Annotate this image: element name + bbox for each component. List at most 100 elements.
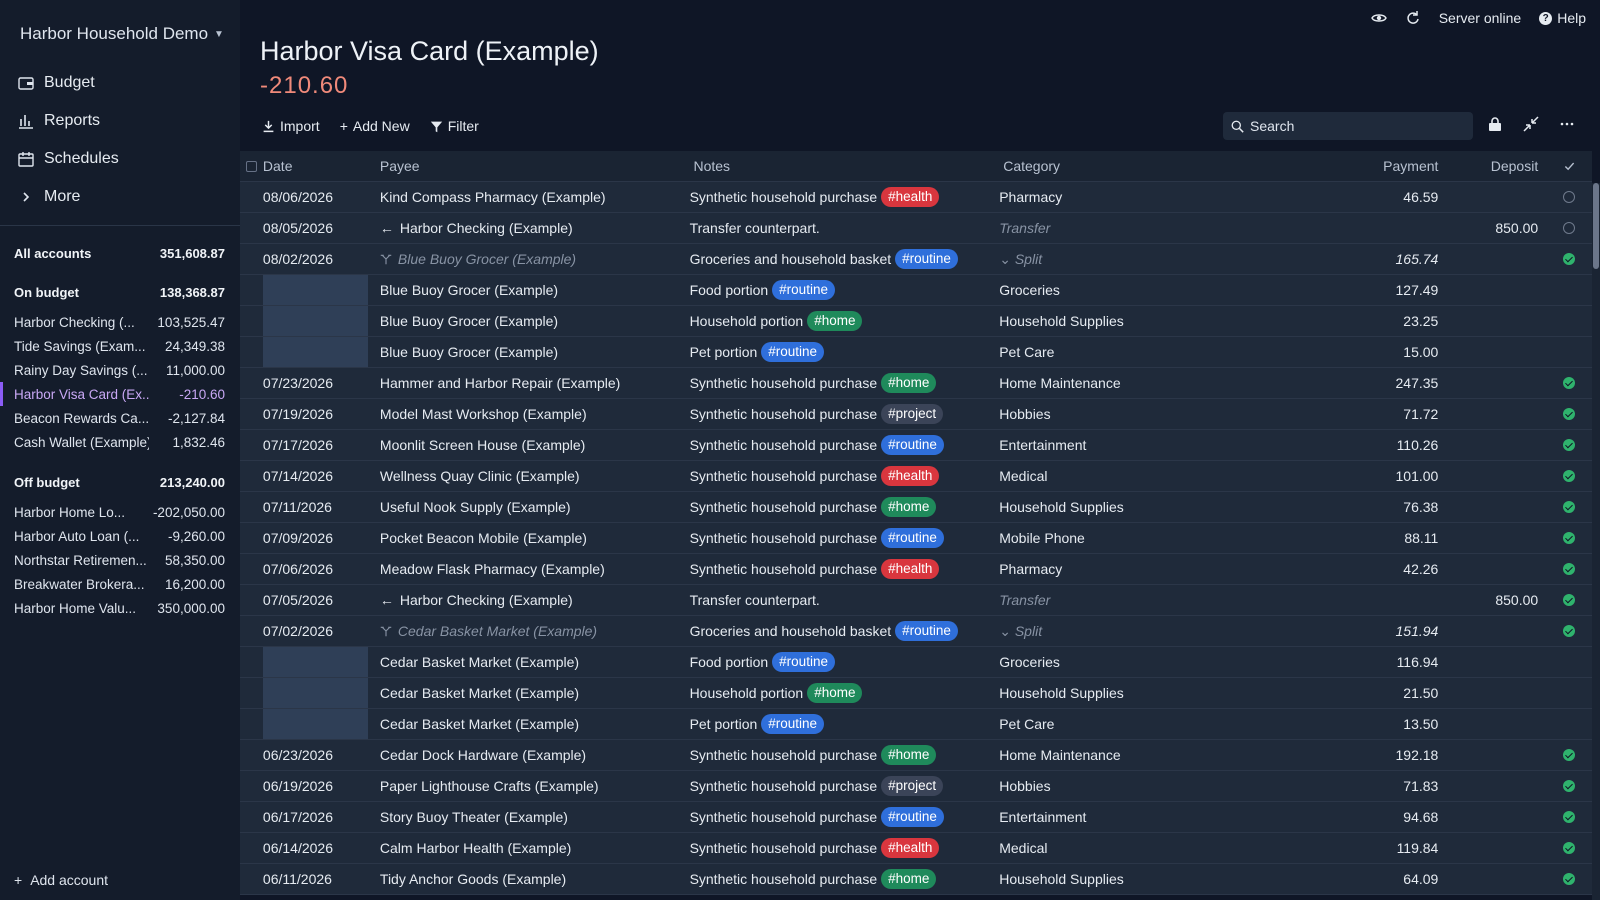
note-tag[interactable]: #health [881, 466, 940, 486]
col-deposit[interactable]: Deposit [1450, 158, 1546, 174]
category-cell[interactable]: Pharmacy [991, 561, 1297, 577]
all-accounts-row[interactable]: All accounts 351,608.87 [0, 241, 240, 265]
note-tag[interactable]: #routine [772, 280, 835, 300]
date-cell[interactable] [262, 306, 368, 336]
note-tag[interactable]: #health [881, 559, 940, 579]
split-child-row[interactable]: Blue Buoy Grocer (Example) Household port… [240, 306, 1592, 337]
cleared-icon[interactable] [1563, 625, 1576, 637]
collapse-icon[interactable] [1523, 116, 1539, 132]
category-cell[interactable]: Household Supplies [991, 685, 1297, 701]
payee-cell[interactable]: Calm Harbor Health (Example) [368, 833, 682, 863]
category-cell[interactable]: Groceries [991, 654, 1297, 670]
notes-cell[interactable]: Synthetic household purchase #routine [682, 528, 992, 548]
note-tag[interactable]: #home [807, 311, 863, 331]
note-tag[interactable]: #routine [772, 652, 835, 672]
cleared-cell[interactable] [1546, 563, 1592, 575]
scrollbar-thumb[interactable] [1593, 183, 1599, 269]
cleared-cell[interactable] [1546, 594, 1592, 606]
category-cell[interactable]: Household Supplies [991, 313, 1297, 329]
payment-cell[interactable]: 101.00 [1297, 468, 1450, 484]
date-cell[interactable]: 07/17/2026 [263, 430, 368, 460]
notes-cell[interactable]: Food portion #routine [682, 280, 992, 300]
nav-reports[interactable]: Reports [18, 102, 119, 140]
note-tag[interactable]: #home [807, 683, 863, 703]
notes-cell[interactable]: Household portion #home [682, 311, 992, 331]
date-cell[interactable]: 07/11/2026 [263, 492, 368, 522]
payment-cell[interactable]: 94.68 [1297, 809, 1450, 825]
payee-cell[interactable]: Blue Buoy Grocer (Example) [368, 244, 682, 274]
cleared-icon[interactable] [1563, 749, 1576, 761]
filter-button[interactable]: Filter [430, 118, 479, 134]
account-title[interactable]: Harbor Visa Card (Example) [260, 36, 599, 67]
col-category[interactable]: Category [991, 158, 1297, 174]
note-tag[interactable]: #routine [881, 528, 944, 548]
col-cleared[interactable] [1546, 161, 1592, 172]
note-tag[interactable]: #health [881, 187, 940, 207]
date-cell[interactable]: 08/02/2026 [263, 244, 368, 274]
date-cell[interactable] [262, 709, 368, 739]
note-tag[interactable]: #routine [895, 249, 958, 269]
table-row[interactable]: 06/11/2026 Tidy Anchor Goods (Example) Syn… [240, 864, 1592, 895]
payment-cell[interactable]: 71.83 [1297, 778, 1450, 794]
table-row[interactable]: 06/17/2026 Story Buoy Theater (Example) Sy… [240, 802, 1592, 833]
notes-cell[interactable]: Synthetic household purchase #home [682, 869, 992, 889]
notes-cell[interactable]: Transfer counterpart. [682, 220, 992, 236]
note-tag[interactable]: #project [881, 776, 944, 796]
col-notes[interactable]: Notes [681, 158, 991, 174]
eye-icon[interactable] [1370, 10, 1387, 26]
category-cell[interactable]: Home Maintenance [991, 747, 1297, 763]
payee-cell[interactable]: Blue Buoy Grocer (Example) [368, 306, 682, 336]
payee-cell[interactable]: Cedar Basket Market (Example) [368, 647, 682, 677]
account-item[interactable]: Breakwater Brokera... 16,200.00 [0, 572, 240, 596]
notes-cell[interactable]: Synthetic household purchase #health [682, 559, 992, 579]
cleared-cell[interactable] [1546, 842, 1592, 854]
payee-cell[interactable]: Paper Lighthouse Crafts (Example) [368, 771, 682, 801]
table-row[interactable]: 07/23/2026 Hammer and Harbor Repair (Exam… [240, 368, 1592, 399]
note-tag[interactable]: #routine [881, 807, 944, 827]
date-cell[interactable]: 08/05/2026 [263, 213, 368, 243]
cleared-cell[interactable] [1546, 439, 1592, 451]
cleared-icon[interactable] [1563, 532, 1576, 544]
cleared-icon[interactable] [1563, 873, 1576, 885]
category-cell[interactable]: ⌄ Split [991, 251, 1297, 268]
payee-cell[interactable]: Blue Buoy Grocer (Example) [368, 275, 682, 305]
account-balance[interactable]: -210.60 [260, 72, 348, 100]
payment-cell[interactable]: 71.72 [1297, 406, 1450, 422]
table-row[interactable]: 07/02/2026 Cedar Basket Market (Example) G… [240, 616, 1592, 647]
table-row[interactable]: 07/11/2026 Useful Nook Supply (Example) Sy… [240, 492, 1592, 523]
payee-cell[interactable]: Cedar Basket Market (Example) [368, 709, 682, 739]
date-cell[interactable]: 07/14/2026 [263, 461, 368, 491]
note-tag[interactable]: #home [881, 373, 937, 393]
notes-cell[interactable]: Transfer counterpart. [682, 592, 992, 608]
uncleared-icon[interactable] [1563, 191, 1576, 203]
split-child-row[interactable]: Cedar Basket Market (Example) Household p… [240, 678, 1592, 709]
notes-cell[interactable]: Food portion #routine [682, 652, 992, 672]
cleared-cell[interactable] [1546, 780, 1592, 792]
payee-cell[interactable]: Cedar Basket Market (Example) [368, 678, 682, 708]
cleared-cell[interactable] [1546, 470, 1592, 482]
category-cell[interactable]: Transfer [991, 220, 1297, 236]
category-cell[interactable]: Hobbies [991, 778, 1297, 794]
cleared-cell[interactable] [1546, 873, 1592, 885]
payment-cell[interactable]: 46.59 [1297, 189, 1450, 205]
payee-cell[interactable]: Tidy Anchor Goods (Example) [368, 864, 682, 894]
help-button[interactable]: ? Help [1539, 10, 1586, 26]
note-tag[interactable]: #health [881, 838, 940, 858]
cleared-icon[interactable] [1563, 377, 1576, 389]
cleared-icon[interactable] [1563, 408, 1576, 420]
payee-cell[interactable]: Model Mast Workshop (Example) [368, 399, 682, 429]
category-cell[interactable]: Household Supplies [991, 499, 1297, 515]
cleared-icon[interactable] [1563, 811, 1576, 823]
notes-cell[interactable]: Household portion #home [682, 683, 992, 703]
table-row[interactable]: 07/19/2026 Model Mast Workshop (Example) S… [240, 399, 1592, 430]
table-row[interactable]: 07/17/2026 Moonlit Screen House (Example)… [240, 430, 1592, 461]
category-cell[interactable]: Hobbies [991, 406, 1297, 422]
date-cell[interactable]: 07/23/2026 [263, 368, 368, 398]
col-payment[interactable]: Payment [1297, 158, 1450, 174]
cleared-cell[interactable] [1546, 532, 1592, 544]
date-cell[interactable]: 06/19/2026 [263, 771, 368, 801]
notes-cell[interactable]: Synthetic household purchase #routine [682, 435, 992, 455]
cleared-icon[interactable] [1563, 470, 1576, 482]
payee-cell[interactable]: Story Buoy Theater (Example) [368, 802, 682, 832]
payment-cell[interactable]: 64.09 [1297, 871, 1450, 887]
